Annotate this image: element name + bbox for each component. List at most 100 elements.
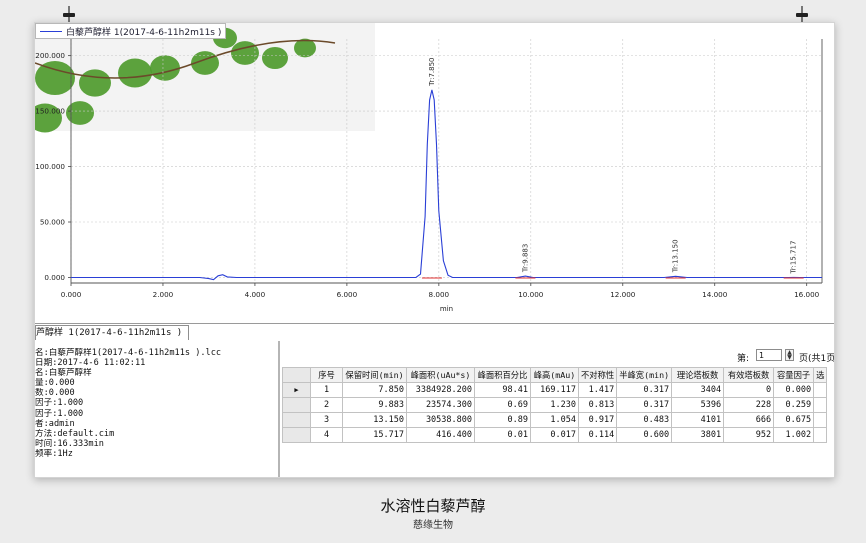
row-selector[interactable] <box>282 412 311 428</box>
table-cell: 23574.300 <box>406 397 475 413</box>
peak-table-panel: 第: 1 ▲ ▼ 页(共1页) 序号 保留时间(min) 峰面积(uAu*s) 峰面积百… <box>282 341 834 477</box>
leaf-icon <box>262 46 288 70</box>
column-header[interactable]: 峰高(mAu) <box>530 367 579 383</box>
y-tick-label: 100.000 <box>35 162 65 171</box>
table-row[interactable]: 4 15.717 416.400 0.01 0.017 0.114 0.600 3801 952… <box>282 427 828 443</box>
info-line: 量:0.000 <box>35 378 75 389</box>
table-cell: 0.317 <box>616 397 673 413</box>
column-header[interactable]: 半峰宽(min) <box>616 367 673 383</box>
y-tick-label: 50.000 <box>40 218 66 227</box>
leaf-icon <box>150 55 180 81</box>
table-cell: 0 <box>723 382 775 398</box>
x-tick-label: 12.000 <box>610 290 636 299</box>
software-window: 0.000 2.000 4.000 6.000 8.000 10.000 12.000 14.… <box>34 22 835 478</box>
column-header[interactable]: 峰面积百分比 <box>474 367 531 383</box>
table-cell: 0.000 <box>773 382 815 398</box>
info-line: 名:白藜芦醇样 <box>35 368 92 379</box>
table-cell-empty <box>813 382 828 398</box>
table-cell: 4 <box>310 427 343 443</box>
x-tick-label: 10.000 <box>518 290 544 299</box>
sample-tab-strip: 芦醇样 1(2017-4-6-11h2m11s ) <box>35 323 834 340</box>
peak-label: Tr:15.717 <box>790 241 798 275</box>
info-line: 方法:default.cim <box>35 428 115 439</box>
x-tick-label: 14.000 <box>702 290 728 299</box>
x-axis-label: min <box>440 305 453 313</box>
table-cell: 228 <box>723 397 775 413</box>
chromatogram-panel: 0.000 2.000 4.000 6.000 8.000 10.000 12.000 14.… <box>35 23 834 323</box>
page-number-input[interactable]: 1 <box>756 349 782 361</box>
chart-legend[interactable]: 白藜芦醇样 1(2017-4-6-11h2m11s ) <box>35 23 227 39</box>
row-selector[interactable]: ▶ <box>282 382 311 398</box>
column-header[interactable]: 序号 <box>310 367 343 383</box>
peak-label: Tr:7.850 <box>428 57 436 86</box>
table-cell-empty <box>813 397 828 413</box>
info-line: 因子:1.000 <box>35 398 84 409</box>
table-cell: 15.717 <box>342 427 407 443</box>
column-header[interactable]: 选 <box>813 367 828 383</box>
info-line: 者:admin <box>35 418 75 429</box>
sample-info-panel: 名:白藜芦醇样1(2017-4-6-11h2m11s ).lcc 日期:2017-… <box>35 341 280 477</box>
info-line: 时间:16.333min <box>35 438 104 449</box>
table-cell: 0.483 <box>616 412 673 428</box>
x-tick-label: 16.000 <box>794 290 820 299</box>
table-cell: 0.114 <box>577 427 618 443</box>
table-cell-empty <box>813 412 828 428</box>
legend-series-label: 白藜芦醇样 1(2017-4-6-11h2m11s ) <box>66 27 222 38</box>
y-tick-label: 200.000 <box>35 51 65 60</box>
table-cell-empty <box>813 427 828 443</box>
leaf-icon <box>79 69 111 97</box>
table-cell: 0.69 <box>474 397 531 413</box>
leaf-icon <box>118 58 152 88</box>
peak-result-table: 序号 保留时间(min) 峰面积(uAu*s) 峰面积百分比 峰高(mAu) 不对称性 半峰… <box>282 367 828 443</box>
x-tick-label: 4.000 <box>245 290 266 299</box>
page-spinner-icon[interactable]: ▲ ▼ <box>785 349 794 361</box>
legend-line-swatch <box>40 30 62 32</box>
info-line: 因子:1.000 <box>35 408 84 419</box>
table-cell: 98.41 <box>474 382 531 398</box>
peak-label: Tr:13.150 <box>672 239 680 273</box>
table-cell: 952 <box>723 427 775 443</box>
leaf-icon <box>294 38 316 58</box>
table-cell: 3801 <box>671 427 725 443</box>
table-row[interactable]: 3 13.150 30538.800 0.89 1.054 0.917 0.483 4101 6… <box>282 412 828 428</box>
table-cell: 0.813 <box>577 397 618 413</box>
table-cell: 0.259 <box>773 397 815 413</box>
caption-title: 水溶性白藜芦醇 <box>380 497 486 515</box>
leaf-icon <box>66 101 94 125</box>
peak-label: Tr:9.883 <box>521 244 529 273</box>
caption-subtitle: 慈缘生物 <box>413 520 453 531</box>
table-cell: 1.417 <box>577 382 618 398</box>
column-header[interactable]: 保留时间(min) <box>342 367 407 383</box>
chromatogram-chart: 0.000 2.000 4.000 6.000 8.000 10.000 12.000 14.… <box>35 23 823 313</box>
table-cell: 0.675 <box>773 412 815 428</box>
column-header[interactable]: 有效塔板数 <box>723 367 775 383</box>
info-line: 日期:2017-4-6 11:02:11 <box>35 358 146 369</box>
table-cell: 0.01 <box>474 427 531 443</box>
page-total-label: 页(共1页) <box>799 354 835 364</box>
column-header[interactable]: 不对称性 <box>577 367 618 383</box>
table-cell: 13.150 <box>342 412 407 428</box>
table-row[interactable]: 2 9.883 23574.300 0.69 1.230 0.813 0.317 5396 22… <box>282 397 828 413</box>
x-tick-label: 2.000 <box>153 290 174 299</box>
column-header[interactable]: 理论塔板数 <box>671 367 725 383</box>
table-row[interactable]: ▶ 1 7.850 3384928.200 98.41 169.117 1.417 0.317… <box>282 382 828 398</box>
table-cell: 1.002 <box>773 427 815 443</box>
row-selector[interactable] <box>282 397 311 413</box>
table-cell: 169.117 <box>530 382 579 398</box>
sample-tab[interactable]: 芦醇样 1(2017-4-6-11h2m11s ) <box>35 325 190 340</box>
table-cell: 666 <box>723 412 775 428</box>
table-cell: 0.89 <box>474 412 531 428</box>
pager: 第: 1 ▲ ▼ 页(共1页) <box>282 349 835 364</box>
table-cell: 30538.800 <box>406 412 475 428</box>
info-line: 名:白藜芦醇样1(2017-4-6-11h2m11s ).lcc <box>35 348 222 358</box>
table-cell: 0.600 <box>616 427 673 443</box>
column-header[interactable]: 容量因子 <box>773 367 815 383</box>
table-cell: 3404 <box>671 382 725 398</box>
row-selector[interactable] <box>282 427 311 443</box>
table-cell: 1.230 <box>530 397 579 413</box>
table-cell: 0.317 <box>616 382 673 398</box>
table-cell: 3 <box>310 412 343 428</box>
table-cell: 1.054 <box>530 412 579 428</box>
table-cell: 1 <box>310 382 343 398</box>
column-header[interactable]: 峰面积(uAu*s) <box>406 367 475 383</box>
